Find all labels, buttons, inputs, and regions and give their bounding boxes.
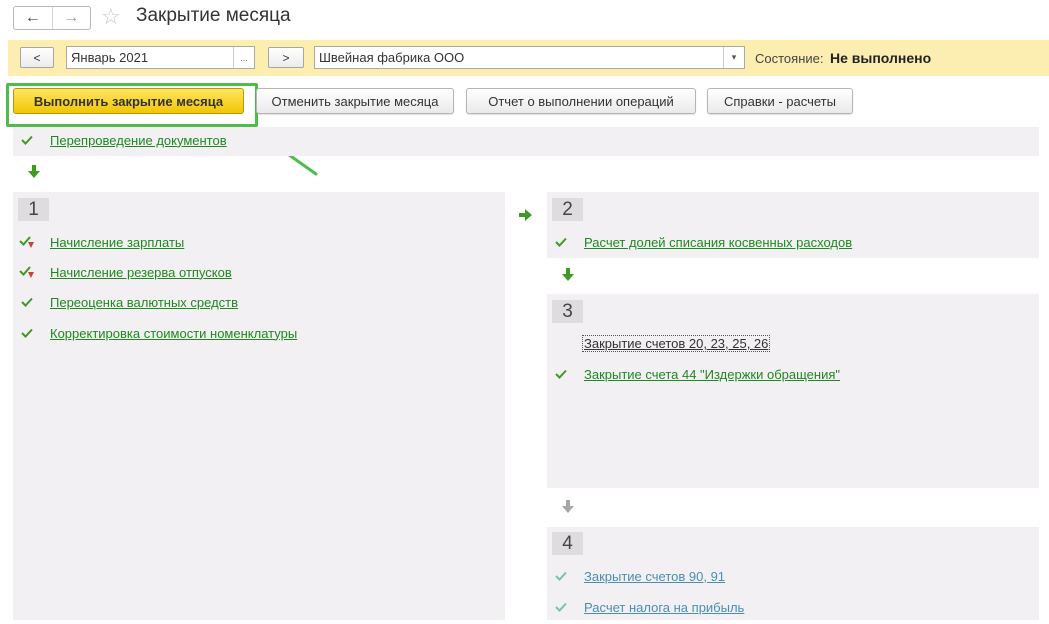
close-accounts-90-91-link[interactable]: Закрытие счетов 90, 91 bbox=[584, 569, 725, 584]
period-select-button[interactable]: ... bbox=[233, 47, 254, 68]
page-title: Закрытие месяца bbox=[136, 5, 291, 26]
arrow-right-icon bbox=[519, 209, 533, 224]
arrow-down-icon bbox=[28, 165, 40, 182]
cancel-closing-button[interactable]: Отменить закрытие месяца bbox=[256, 88, 454, 114]
step-number: 3 bbox=[552, 300, 583, 323]
list-item: Расчет долей списания косвенных расходов bbox=[553, 234, 852, 250]
state-label: Состояние: bbox=[755, 51, 824, 66]
next-period-button[interactable]: > bbox=[268, 47, 304, 68]
reference-calculations-button[interactable]: Справки - расчеты bbox=[707, 88, 853, 114]
step-number: 1 bbox=[18, 198, 49, 221]
step-number: 4 bbox=[552, 532, 583, 555]
check-warning-icon bbox=[19, 234, 35, 250]
chevron-down-icon[interactable]: ▾ bbox=[723, 47, 744, 68]
list-item: Закрытие счетов 20, 23, 25, 26 bbox=[553, 335, 771, 352]
check-warning-icon bbox=[19, 264, 35, 280]
history-nav: ← → bbox=[13, 6, 91, 30]
operations-report-button[interactable]: Отчет о выполнении операций bbox=[466, 88, 696, 114]
arrow-down-icon bbox=[562, 268, 574, 285]
list-item: Начисление зарплаты bbox=[19, 234, 184, 250]
prev-period-button[interactable]: < bbox=[20, 47, 54, 68]
back-arrow-icon[interactable]: ← bbox=[14, 7, 52, 29]
check-icon bbox=[553, 568, 569, 584]
close-account-44-link[interactable]: Закрытие счета 44 "Издержки обращения" bbox=[584, 367, 840, 382]
organization-field[interactable]: Швейная фабрика ООО ▾ bbox=[314, 46, 745, 69]
state-value: Не выполнено bbox=[830, 50, 932, 66]
execute-closing-button[interactable]: Выполнить закрытие месяца bbox=[13, 88, 244, 114]
indirect-costs-link[interactable]: Расчет долей списания косвенных расходов bbox=[584, 235, 852, 250]
arrow-down-icon bbox=[562, 500, 574, 517]
step-number: 2 bbox=[552, 198, 583, 221]
list-item: Закрытие счета 44 "Издержки обращения" bbox=[553, 366, 840, 382]
list-item: Переоценка валютных средств bbox=[19, 294, 238, 310]
period-field[interactable]: Январь 2021 ... bbox=[66, 46, 255, 69]
check-icon bbox=[553, 366, 569, 382]
cost-adjustment-link[interactable]: Корректировка стоимости номенклатуры bbox=[50, 326, 297, 341]
list-item: Закрытие счетов 90, 91 bbox=[553, 568, 725, 584]
list-item: Перепроведение документов bbox=[19, 132, 227, 148]
payroll-accrual-link[interactable]: Начисление зарплаты bbox=[50, 235, 184, 250]
step-3-panel bbox=[547, 294, 1039, 488]
organization-value: Швейная фабрика ООО bbox=[319, 50, 465, 65]
list-item: Начисление резерва отпусков bbox=[19, 264, 232, 280]
income-tax-link[interactable]: Расчет налога на прибыль bbox=[584, 600, 744, 615]
reposting-documents-link[interactable]: Перепроведение документов bbox=[50, 133, 227, 148]
favorite-star-icon[interactable]: ☆ bbox=[101, 4, 121, 30]
step-1-panel bbox=[13, 192, 505, 620]
check-icon bbox=[19, 325, 35, 341]
currency-revaluation-link[interactable]: Переоценка валютных средств bbox=[50, 295, 238, 310]
forward-arrow-icon[interactable]: → bbox=[51, 7, 91, 29]
check-icon bbox=[19, 132, 35, 148]
list-item: Расчет налога на прибыль bbox=[553, 599, 744, 615]
vacation-reserve-link[interactable]: Начисление резерва отпусков bbox=[50, 265, 232, 280]
close-accounts-20-26-link[interactable]: Закрытие счетов 20, 23, 25, 26 bbox=[582, 335, 771, 352]
check-icon bbox=[553, 234, 569, 250]
check-icon bbox=[19, 294, 35, 310]
list-item: Корректировка стоимости номенклатуры bbox=[19, 325, 297, 341]
check-icon bbox=[553, 599, 569, 615]
period-value: Январь 2021 bbox=[71, 50, 149, 65]
